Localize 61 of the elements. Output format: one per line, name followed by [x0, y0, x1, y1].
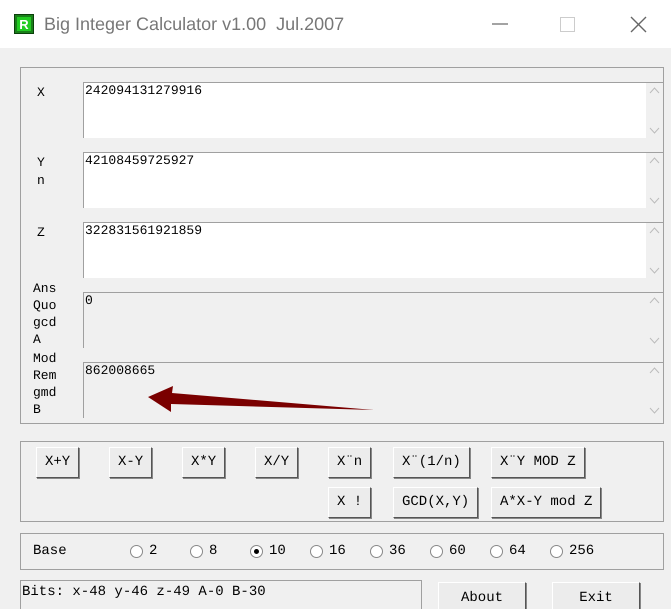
operation-button[interactable]: A*X-Y mod Z: [491, 486, 602, 518]
field-label: B: [33, 401, 41, 418]
output-field[interactable]: 0: [83, 292, 663, 348]
operation-button[interactable]: X*Y: [182, 447, 226, 478]
operation-button[interactable]: X+Y: [36, 447, 80, 478]
operation-button[interactable]: X¨Y MOD Z: [491, 447, 585, 478]
field-label: Z: [37, 224, 45, 242]
scroll-down-icon[interactable]: [649, 197, 660, 204]
base-radio[interactable]: 8: [190, 541, 250, 562]
scroll-up-icon[interactable]: [649, 227, 660, 234]
base-label: Base: [33, 542, 68, 561]
scroll-down-icon[interactable]: [649, 127, 660, 134]
field-label: Rem: [33, 367, 56, 384]
base-radio[interactable]: 64: [490, 541, 550, 562]
radio-button[interactable]: [130, 545, 143, 558]
input-field[interactable]: 242094131279916: [83, 82, 663, 138]
operation-button[interactable]: X-Y: [109, 447, 152, 478]
maximize-icon[interactable]: [560, 16, 575, 32]
radio-button[interactable]: [490, 545, 503, 558]
operation-button[interactable]: X/Y: [255, 447, 298, 478]
scroll-down-icon[interactable]: [649, 407, 660, 414]
scroll-up-icon[interactable]: [649, 297, 660, 304]
field-label: n: [37, 172, 45, 190]
field-label: Ans: [33, 280, 56, 297]
base-radio[interactable]: 60: [430, 541, 490, 562]
dialog-button[interactable]: About: [438, 582, 526, 609]
operation-button[interactable]: X !: [328, 486, 372, 518]
scroll-down-icon[interactable]: [649, 337, 660, 344]
input-field[interactable]: 322831561921859: [83, 222, 663, 278]
field-label: Mod: [33, 350, 56, 367]
app-icon: R: [14, 14, 34, 34]
input-field[interactable]: 42108459725927: [83, 152, 663, 208]
output-field[interactable]: 862008665: [83, 362, 663, 418]
base-radio[interactable]: 2: [130, 541, 190, 562]
dialog-button[interactable]: Exit: [552, 582, 640, 609]
radio-button[interactable]: [190, 545, 203, 558]
scroll-up-icon[interactable]: [649, 87, 660, 94]
operation-button[interactable]: X¨n: [328, 447, 372, 478]
operation-button[interactable]: GCD(X,Y): [393, 486, 478, 518]
field-label: gcd: [33, 314, 56, 331]
status-bar: Bits: x-48 y-46 z-49 A-0 B-30: [20, 580, 422, 609]
base-radio[interactable]: 10: [250, 541, 310, 562]
field-label: A: [33, 331, 41, 348]
operation-button[interactable]: X¨(1/n): [393, 447, 470, 478]
base-radio[interactable]: 256: [550, 541, 610, 562]
base-radio[interactable]: 36: [370, 541, 430, 562]
scroll-up-icon[interactable]: [649, 157, 660, 164]
window-title: Big Integer Calculator v1.00 Jul.2007: [44, 12, 344, 36]
field-label: X: [37, 84, 45, 102]
base-radio[interactable]: 16: [310, 541, 370, 562]
field-label: Quo: [33, 297, 56, 314]
radio-button[interactable]: [430, 545, 443, 558]
scroll-down-icon[interactable]: [649, 267, 660, 274]
radio-button[interactable]: [550, 545, 563, 558]
field-label: Y: [37, 154, 45, 172]
close-icon[interactable]: [630, 16, 647, 32]
radio-button[interactable]: [370, 545, 383, 558]
radio-button[interactable]: [250, 545, 263, 558]
field-label: gmd: [33, 384, 56, 401]
scroll-up-icon[interactable]: [649, 367, 660, 374]
radio-button[interactable]: [310, 545, 323, 558]
